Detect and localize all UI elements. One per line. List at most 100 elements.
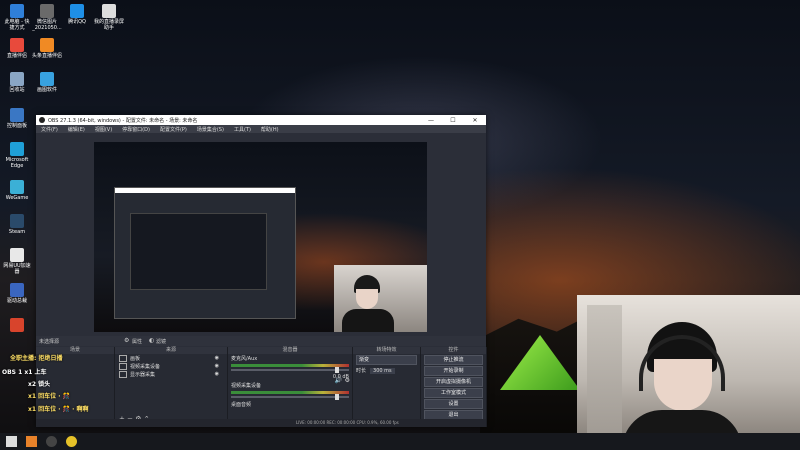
webcam-shelf <box>587 305 622 450</box>
shortcut-label: 头条直播伴侣 <box>31 53 62 59</box>
menu-help[interactable]: 帮助(H) <box>256 126 284 133</box>
desktop-shortcut[interactable]: 腾讯QQ <box>60 4 94 25</box>
shortcut-icon <box>10 108 24 122</box>
source-item[interactable]: 视频采集设备 ◉ <box>115 362 227 370</box>
shortcut-label: Steam <box>8 229 26 235</box>
gear-icon[interactable]: ⚙ <box>124 337 129 344</box>
shortcut-label: 回收站 <box>9 87 25 93</box>
filters-button[interactable]: 滤镜 <box>156 338 166 345</box>
gift-line: 全职主播: 拒绝日播 <box>10 355 63 362</box>
menu-file[interactable]: 文件(F) <box>36 126 63 133</box>
shortcut-icon <box>10 248 24 262</box>
menu-tools[interactable]: 工具(T) <box>229 126 256 133</box>
sources-dock[interactable]: 来源 画板◉ 视频采集设备◉ 显示器采集◉ + − ⚙ ⌃ ⌄ <box>115 347 228 427</box>
shortcut-icon <box>40 4 54 18</box>
shortcut-icon <box>10 214 24 228</box>
virtual-camera-button[interactable]: 开启虚拟摄像机 <box>424 377 483 387</box>
desktop-shortcut[interactable]: 直播伴侣 <box>0 38 34 59</box>
volume-knob[interactable] <box>335 367 339 373</box>
shortcut-label: 此电脑 - 快 捷方式 <box>4 19 30 31</box>
controls-dock[interactable]: 控件 停止推流 开始录制 开启虚拟摄像机 工作室模式 设置 退出 <box>421 347 487 427</box>
windows-start-icon[interactable] <box>6 436 17 447</box>
desktop-shortcut[interactable]: Steam <box>0 214 34 235</box>
shortcut-icon <box>10 318 24 332</box>
menu-edit[interactable]: 编辑(E) <box>63 126 90 133</box>
desktop-shortcut[interactable]: 网易UU加速 器 <box>0 248 34 275</box>
minimize-button[interactable]: — <box>420 117 442 124</box>
shortcut-icon <box>10 4 24 18</box>
start-recording-button[interactable]: 开始录制 <box>424 366 483 376</box>
menu-docks[interactable]: 停靠窗口(D) <box>117 126 155 133</box>
shortcut-label: 画图软件 <box>36 87 57 93</box>
shortcut-label: Microsoft Edge <box>5 157 29 169</box>
volume-slider[interactable] <box>231 367 349 373</box>
obs-taskbar-icon[interactable] <box>46 436 57 447</box>
desktop-shortcut[interactable]: WeGame <box>0 180 34 201</box>
gift-line: OBS 1 x1 上车 <box>2 369 47 376</box>
chrome-icon[interactable] <box>66 436 77 447</box>
preview-nested-obs <box>114 187 296 319</box>
gear-icon[interactable]: ⚙ <box>345 377 350 384</box>
menu-view[interactable]: 视图(V) <box>90 126 117 133</box>
shortcut-label: WeGame <box>5 195 29 201</box>
desktop-shortcut[interactable]: 头条直播伴侣 <box>30 38 64 59</box>
transition-select[interactable]: 渐变 <box>356 355 417 365</box>
desktop-shortcut[interactable] <box>0 318 34 333</box>
shortcut-icon <box>10 283 24 297</box>
stop-streaming-button[interactable]: 停止推流 <box>424 355 483 365</box>
mixer-channel-name: 视频采集设备 <box>231 383 262 389</box>
volume-slider[interactable] <box>231 394 349 400</box>
mixer-channel-name: 麦克风/Aux <box>231 356 258 362</box>
preview-person-body <box>342 309 394 332</box>
obs-preview[interactable] <box>94 142 427 332</box>
shortcut-label: 网易UU加速 器 <box>3 263 31 275</box>
desktop-shortcut[interactable]: Microsoft Edge <box>0 142 34 169</box>
eye-icon[interactable]: ◉ <box>215 371 219 377</box>
close-button[interactable]: ✕ <box>464 117 486 124</box>
transitions-dock[interactable]: 转场特效 渐变 时长 300 ms <box>353 347 421 427</box>
filter-icon[interactable]: ◐ <box>149 337 154 344</box>
desktop-shortcut[interactable]: 控制面板 <box>0 108 34 129</box>
shortcut-label: 我的直播录屏 助手 <box>93 19 124 31</box>
maximize-button[interactable]: ☐ <box>442 117 464 124</box>
desktop-shortcut[interactable]: 画图软件 <box>30 72 64 93</box>
desktop-shortcut[interactable]: 我的直播录屏 助手 <box>92 4 126 31</box>
nested-titlebar <box>115 188 295 193</box>
source-item[interactable]: 显示器采集 ◉ <box>115 370 227 378</box>
volume-knob[interactable] <box>335 394 339 400</box>
desktop-shortcut[interactable]: 此电脑 - 快 捷方式 <box>0 4 34 31</box>
mixer-dock[interactable]: 混音器 麦克风/Aux 0.0 dB 视频采集设备 桌面音频 🔊 ⚙ <box>228 347 353 427</box>
settings-button[interactable]: 设置 <box>424 399 483 409</box>
speaker-icon[interactable]: 🔊 <box>335 377 342 384</box>
shortcut-icon <box>40 38 54 52</box>
duration-label: 时长 <box>356 368 367 374</box>
shortcut-icon <box>10 180 24 194</box>
obs-window-title: OBS 27.1.3 (64-bit, windows) - 配置文件: 未命名… <box>48 117 198 124</box>
obs-logo-icon <box>39 117 45 123</box>
desktop-shortcut[interactable]: 回收站 <box>0 72 34 93</box>
properties-button[interactable]: 属性 <box>132 338 142 345</box>
gift-line: x1 回车位 · 🎊 <box>28 393 71 400</box>
app-icon[interactable] <box>26 436 37 447</box>
desktop-shortcut[interactable]: 驱动总裁 <box>0 283 34 304</box>
desktop-shortcut[interactable]: 微信图片 _2021050... <box>30 4 64 31</box>
studio-mode-button[interactable]: 工作室模式 <box>424 388 483 398</box>
source-item-label: 画板 <box>130 355 141 362</box>
source-item[interactable]: 画板 ◉ <box>115 354 227 362</box>
sources-dock-title: 来源 <box>115 347 227 354</box>
source-filter-bar: 未选择源 ⚙ 属性 ◐ 滤镜 <box>36 336 486 346</box>
nested-preview <box>130 213 267 290</box>
source-item-label: 视频采集设备 <box>130 363 161 370</box>
mixer-channel-name: 桌面音频 <box>231 402 252 408</box>
obs-titlebar[interactable]: OBS 27.1.3 (64-bit, windows) - 配置文件: 未命名… <box>36 115 486 125</box>
audio-meter <box>231 364 349 367</box>
menu-scene-collection[interactable]: 场景集合(S) <box>192 126 229 133</box>
eye-icon[interactable]: ◉ <box>215 363 219 369</box>
preview-person-face <box>356 289 378 309</box>
shortcut-icon <box>70 4 84 18</box>
shortcut-label: 微信图片 _2021050... <box>32 19 62 31</box>
eye-icon[interactable]: ◉ <box>215 355 219 361</box>
menu-profile[interactable]: 配置文件(P) <box>155 126 192 133</box>
obs-menubar: 文件(F) 编辑(E) 视图(V) 停靠窗口(D) 配置文件(P) 场景集合(S… <box>36 125 486 133</box>
duration-input[interactable]: 300 ms <box>370 367 395 374</box>
